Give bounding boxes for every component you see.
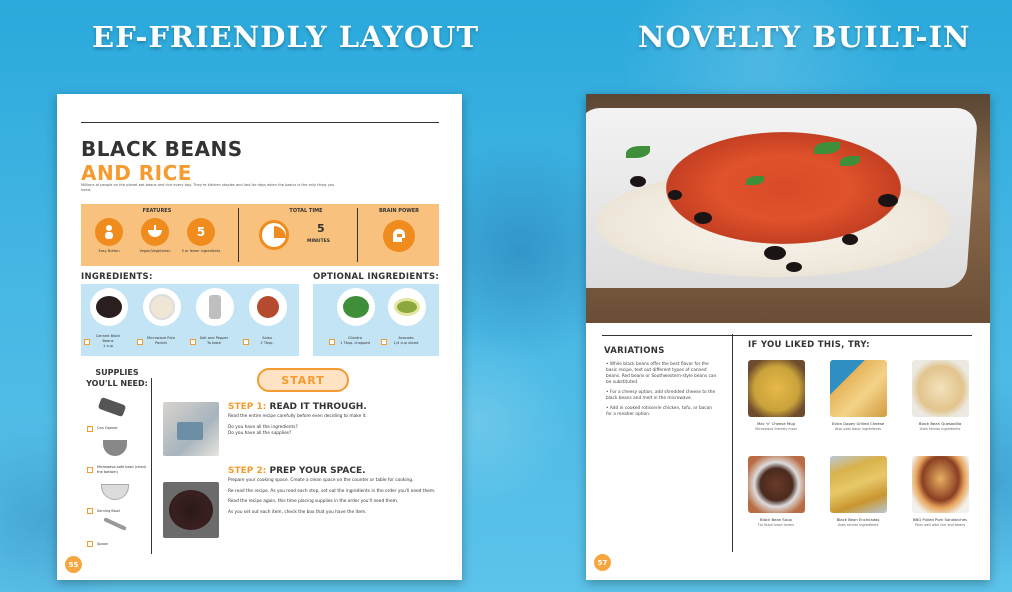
supply-name: Can Opener: [97, 426, 118, 430]
supply-name: Spoon: [97, 542, 108, 546]
suggestion-title: Black Bean Quesadilla: [918, 421, 962, 426]
optional-ingredient-name: Avocado 1/4 cup sliced: [393, 336, 419, 345]
person-icon: [95, 218, 123, 246]
supply-name: Serving Bowl: [97, 509, 120, 513]
recipe-page-right: VARIATIONS • While black beans offer the…: [586, 94, 990, 580]
optional-ingredient-name: Cilantro 1 Tbsp. chopped: [340, 336, 370, 345]
spoon-icon: [103, 517, 127, 531]
recipe-intro: Millions of people on the planet eat bea…: [81, 183, 335, 192]
left-heading: EF-FRIENDLY LAYOUT: [92, 20, 480, 54]
feature-text: 5 or fewer ingredients: [181, 249, 221, 253]
liked-heading: IF YOU LIKED THIS, TRY:: [748, 340, 870, 350]
beans-photo: [163, 482, 219, 538]
divider: [151, 378, 152, 554]
serving-bowl-icon: [101, 484, 129, 500]
variations-list: • While black beans offer the best flavo…: [606, 362, 717, 417]
supply-checkbox[interactable]: [87, 426, 93, 432]
step1-text: Read the entire recipe carefully before …: [228, 414, 367, 436]
can-opener-icon: [97, 396, 127, 418]
optional-ingredient-checkbox[interactable]: [381, 339, 387, 345]
features-band: FEATURES Easy Button Vegan/Vegetarian 5 …: [81, 204, 439, 266]
top-rule: [81, 122, 439, 123]
black-beans-rice-photo: [586, 94, 990, 323]
divider: [732, 334, 733, 552]
variations-heading: VARIATIONS: [604, 346, 665, 356]
bowl-icon: [103, 440, 127, 456]
optional-ingredients-heading: OPTIONAL INGREDIENTS:: [313, 272, 440, 282]
step2-heading: STEP 2: PREP YOUR SPACE.: [228, 466, 366, 476]
divider: [357, 208, 358, 262]
page-number: 55: [65, 556, 82, 573]
suggestion-thumb[interactable]: [748, 360, 805, 417]
feature-text: Vegan/Vegetarian: [139, 249, 171, 253]
suggestion-thumb[interactable]: [830, 360, 887, 417]
suggestion-thumb[interactable]: [830, 456, 887, 513]
clock-icon: [259, 220, 289, 250]
ingredients-heading: INGREDIENTS:: [81, 272, 153, 282]
feature-text: Easy Button: [98, 249, 120, 253]
bowl-icon: [141, 218, 169, 246]
right-heading: NOVELTY BUILT-IN: [638, 20, 971, 54]
suggestion-title: BBQ Pulled Pork Sandwiches: [912, 517, 968, 522]
five-icon: 5: [187, 218, 215, 246]
suggestion-sub: Pairs well with rice and beans: [914, 523, 966, 527]
step1-heading: STEP 1: READ IT THROUGH.: [228, 402, 367, 412]
recipe-page-left: BLACK BEANS AND RICE Millions of people …: [57, 94, 462, 580]
ingredient-name: Canned Black Beans 1 cup: [95, 334, 121, 348]
optional-ingredient-checkbox[interactable]: [329, 339, 335, 345]
recipe-title-line1: BLACK BEANS: [81, 137, 243, 161]
supply-checkbox[interactable]: [87, 508, 93, 514]
ingredient-name: Salsa 2 Tbsp.: [260, 336, 274, 345]
page-number: 57: [594, 554, 611, 571]
optional-ingredient-image: [337, 288, 375, 326]
ingredient-image: [143, 288, 181, 326]
suggestion-sub: Uses similar ingredients: [919, 427, 961, 431]
ingredient-image: [249, 288, 287, 326]
ingredient-image: [90, 288, 128, 326]
suggestion-title: Extra Gooey Grilled Cheese: [831, 421, 885, 426]
top-rule: [602, 335, 972, 336]
suggestion-title: Mac 'n' Cheese Mug: [757, 421, 795, 426]
supplies-heading: SUPPLIES YOU'LL NEED:: [86, 368, 148, 388]
supply-name: Microwave-safe bowl (check the bottom): [97, 465, 147, 474]
suggestion-sub: Uses similar ingredients: [837, 523, 879, 527]
step2-text: Prepare your cooking space. Create a cle…: [228, 478, 436, 515]
ingredient-image: [196, 288, 234, 326]
ingredient-name: Microwave Rice Packet: [147, 336, 175, 345]
suggestion-title: Black Bean Soup: [760, 517, 792, 522]
suggestion-thumb[interactable]: [748, 456, 805, 513]
optional-ingredient-image: [388, 288, 426, 326]
suggestion-thumb[interactable]: [912, 456, 969, 513]
features-label: FEATURES: [142, 208, 172, 214]
suggestion-title: Black Bean Enchiladas: [836, 517, 880, 522]
suggestion-sub: Also uses basic ingredients: [835, 427, 881, 431]
brain-power-label: BRAIN POWER: [378, 208, 419, 214]
total-time-value: 5: [317, 222, 325, 235]
total-time-unit: MINUTES: [307, 239, 330, 244]
suggestion-sub: Microwave-friendly meal: [755, 427, 797, 431]
recipe-title-line2: AND RICE: [81, 161, 192, 185]
suggestion-thumb[interactable]: [912, 360, 969, 417]
total-time-label: TOTAL TIME: [289, 208, 323, 214]
reading-photo: [163, 402, 219, 456]
supply-checkbox[interactable]: [87, 467, 93, 473]
brain-power-icon: [383, 220, 415, 252]
supply-checkbox[interactable]: [87, 541, 93, 547]
divider: [238, 208, 239, 262]
suggestion-sub: For black bean lovers: [757, 523, 795, 527]
ingredient-name: Salt and Pepper To taste: [199, 336, 229, 345]
start-button[interactable]: START: [257, 368, 349, 392]
